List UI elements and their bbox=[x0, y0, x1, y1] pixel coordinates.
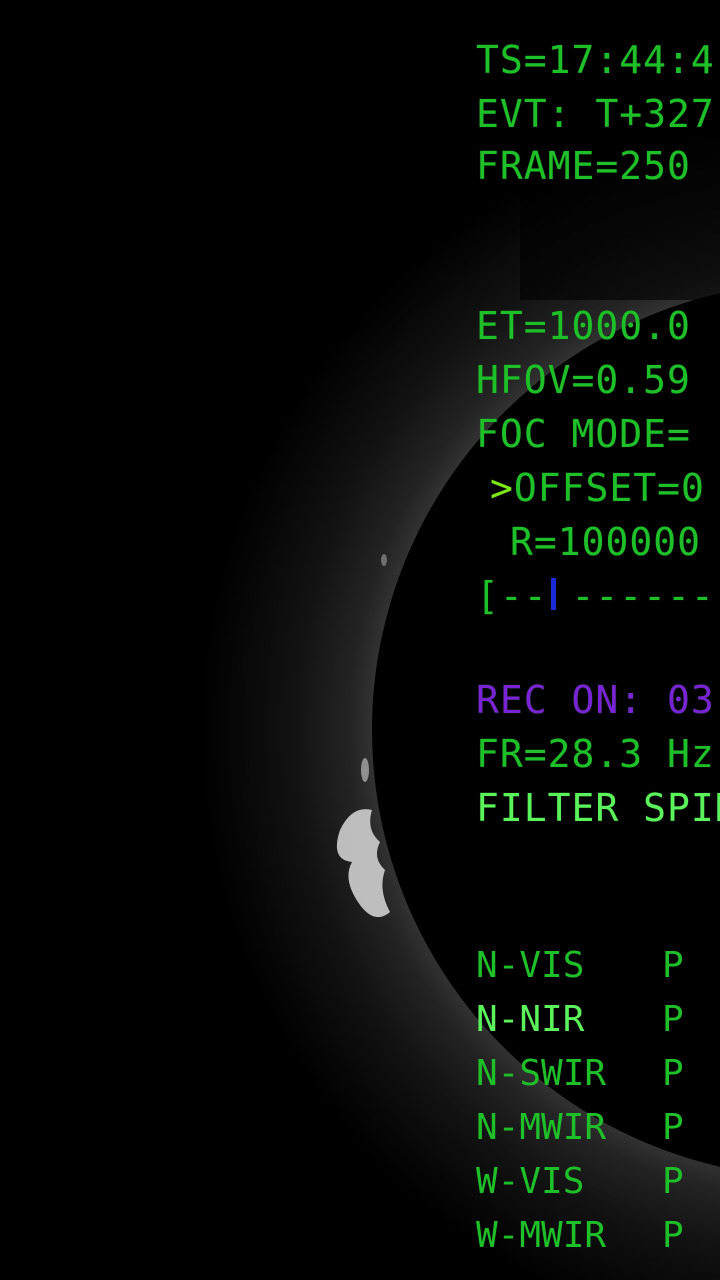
exposure-time-readout: ET=1000.0 bbox=[476, 304, 691, 348]
recording-status: REC ON: 03 bbox=[476, 678, 715, 722]
timestamp-readout: TS=17:44:4 bbox=[476, 38, 715, 82]
frame-rate-readout: FR=28.3 Hz bbox=[476, 732, 715, 776]
offset-readout: OFFSET=0 bbox=[513, 466, 705, 510]
focus-mode-readout: FOC MODE= bbox=[476, 412, 691, 456]
hfov-readout: HFOV=0.59 bbox=[476, 358, 691, 402]
band-row-n-swir[interactable]: N-SWIR P bbox=[476, 1054, 684, 1094]
focus-scale: [-- ------ bbox=[476, 574, 715, 618]
band-row-w-vis[interactable]: W-VIS P bbox=[476, 1162, 684, 1202]
band-row-n-vis[interactable]: N-VIS P bbox=[476, 946, 684, 986]
focus-position-marker bbox=[551, 578, 556, 610]
filter-status: FILTER SPIN bbox=[476, 786, 720, 830]
band-row-n-mwir[interactable]: N-MWIR P bbox=[476, 1108, 684, 1148]
event-time-readout: EVT: T+327 bbox=[476, 92, 715, 136]
range-readout: R=100000 bbox=[510, 520, 702, 564]
offset-row[interactable]: >OFFSET=0 bbox=[490, 468, 705, 508]
selection-marker: > bbox=[490, 466, 514, 510]
frame-counter: FRAME=250 bbox=[476, 144, 691, 188]
band-row-w-mwir[interactable]: W-MWIR P bbox=[476, 1216, 684, 1256]
band-row-n-nir[interactable]: N-NIR P bbox=[476, 1000, 684, 1040]
